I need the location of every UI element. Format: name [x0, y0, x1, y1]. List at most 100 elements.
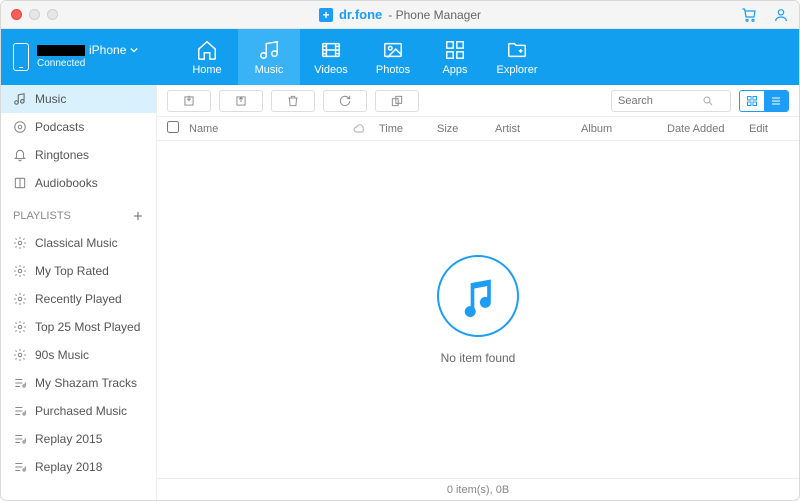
photo-icon — [382, 39, 404, 61]
title-center: + dr.fone - Phone Manager — [1, 7, 799, 22]
list-icon — [770, 95, 782, 107]
close-window-button[interactable] — [11, 9, 22, 20]
gear-icon — [13, 292, 27, 306]
sidebar-item-music[interactable]: Music — [1, 85, 156, 113]
delete-button[interactable] — [271, 90, 315, 112]
sidebar-playlist-90s[interactable]: 90s Music — [1, 341, 156, 369]
app-window: + dr.fone - Phone Manager iPhone Connect — [0, 0, 800, 501]
sidebar-playlist-replay2015[interactable]: Replay 2015 — [1, 425, 156, 453]
sidebar-playlist-top25[interactable]: Top 25 Most Played — [1, 313, 156, 341]
empty-state: No item found — [157, 141, 799, 478]
grid-icon — [746, 95, 758, 107]
gear-icon — [13, 236, 27, 250]
export-icon — [233, 94, 249, 108]
chevron-down-icon — [130, 46, 138, 54]
sidebar-playlist-purchased[interactable]: Purchased Music — [1, 397, 156, 425]
device-panel[interactable]: iPhone Connected — [1, 29, 176, 85]
music-note-icon — [13, 92, 27, 106]
export-button[interactable] — [219, 90, 263, 112]
sidebar-item-ringtones[interactable]: Ringtones — [1, 141, 156, 169]
search-box[interactable] — [611, 90, 731, 112]
music-note-large-icon — [456, 274, 500, 318]
nav-label: Videos — [314, 64, 347, 76]
sidebar-playlist-replay2018[interactable]: Replay 2018 — [1, 453, 156, 481]
window-controls — [11, 9, 58, 20]
explorer-icon — [506, 39, 528, 61]
column-cloud[interactable] — [347, 123, 371, 135]
sidebar-playlist-classical[interactable]: Classical Music — [1, 229, 156, 257]
list-view-button[interactable] — [764, 91, 788, 111]
device-info: iPhone Connected — [37, 43, 138, 71]
device-name-redacted — [37, 45, 85, 56]
search-icon — [702, 95, 714, 107]
refresh-button[interactable] — [323, 90, 367, 112]
music-icon — [258, 39, 280, 61]
sidebar-item-label: Purchased Music — [35, 404, 127, 418]
toolbar — [157, 85, 799, 117]
nav-label: Home — [192, 64, 221, 76]
column-time[interactable]: Time — [379, 123, 429, 135]
duplicate-icon — [389, 94, 405, 108]
nav-tab-explorer[interactable]: Explorer — [486, 29, 548, 85]
titlebar: + dr.fone - Phone Manager — [1, 1, 799, 29]
view-toggle — [739, 90, 789, 112]
minimize-window-button[interactable] — [29, 9, 40, 20]
device-status: Connected — [37, 57, 138, 71]
column-date-added[interactable]: Date Added — [667, 123, 741, 135]
apps-icon — [444, 39, 466, 61]
cart-icon[interactable] — [741, 7, 757, 23]
playlists-header-label: PLAYLISTS — [13, 210, 71, 222]
gear-icon — [13, 348, 27, 362]
video-icon — [320, 39, 342, 61]
gear-icon — [13, 264, 27, 278]
sidebar-playlists-header: PLAYLISTS — [1, 203, 156, 229]
refresh-icon — [338, 94, 352, 108]
sidebar-item-podcasts[interactable]: Podcasts — [1, 113, 156, 141]
empty-state-text: No item found — [441, 351, 516, 365]
sidebar-item-label: Podcasts — [35, 120, 84, 134]
column-album[interactable]: Album — [581, 123, 659, 135]
status-bar: 0 item(s), 0B — [157, 478, 799, 500]
sidebar-item-label: 90s Music — [35, 348, 89, 362]
nav-tab-photos[interactable]: Photos — [362, 29, 424, 85]
playlist-icon — [13, 432, 27, 446]
select-all-checkbox[interactable] — [167, 121, 179, 133]
grid-view-button[interactable] — [740, 91, 764, 111]
sidebar-item-label: Replay 2015 — [35, 432, 102, 446]
trash-icon — [286, 94, 300, 108]
podcast-icon — [13, 120, 27, 134]
main-nav: iPhone Connected Home Music Videos Photo… — [1, 29, 799, 85]
phone-icon — [13, 43, 29, 71]
empty-state-icon — [437, 255, 519, 337]
add-playlist-button[interactable] — [132, 210, 144, 222]
import-icon — [181, 94, 197, 108]
nav-tab-videos[interactable]: Videos — [300, 29, 362, 85]
device-name-suffix: iPhone — [89, 43, 126, 57]
column-edit[interactable]: Edit — [749, 123, 789, 135]
playlist-icon — [13, 404, 27, 418]
sidebar-playlist-shazam[interactable]: My Shazam Tracks — [1, 369, 156, 397]
table-header: Name Time Size Artist Album Date Added E… — [157, 117, 799, 141]
user-icon[interactable] — [773, 7, 789, 23]
maximize-window-button[interactable] — [47, 9, 58, 20]
nav-tab-home[interactable]: Home — [176, 29, 238, 85]
sidebar-item-label: My Top Rated — [35, 264, 109, 278]
column-size[interactable]: Size — [437, 123, 487, 135]
search-input[interactable] — [618, 95, 698, 107]
nav-tab-music[interactable]: Music — [238, 29, 300, 85]
column-artist[interactable]: Artist — [495, 123, 573, 135]
dedupe-button[interactable] — [375, 90, 419, 112]
nav-label: Apps — [442, 64, 467, 76]
sidebar-playlist-toprated[interactable]: My Top Rated — [1, 257, 156, 285]
nav-label: Photos — [376, 64, 410, 76]
sidebar-item-audiobooks[interactable]: Audiobooks — [1, 169, 156, 197]
column-name[interactable]: Name — [189, 123, 339, 135]
cloud-icon — [352, 123, 366, 135]
nav-tab-apps[interactable]: Apps — [424, 29, 486, 85]
sidebar-item-label: Top 25 Most Played — [35, 320, 140, 334]
playlist-icon — [13, 460, 27, 474]
brand-name: dr.fone — [339, 7, 382, 22]
import-button[interactable] — [167, 90, 211, 112]
sidebar-playlist-recent[interactable]: Recently Played — [1, 285, 156, 313]
content-body: Music Podcasts Ringtones Audiobooks PLAY… — [1, 85, 799, 500]
